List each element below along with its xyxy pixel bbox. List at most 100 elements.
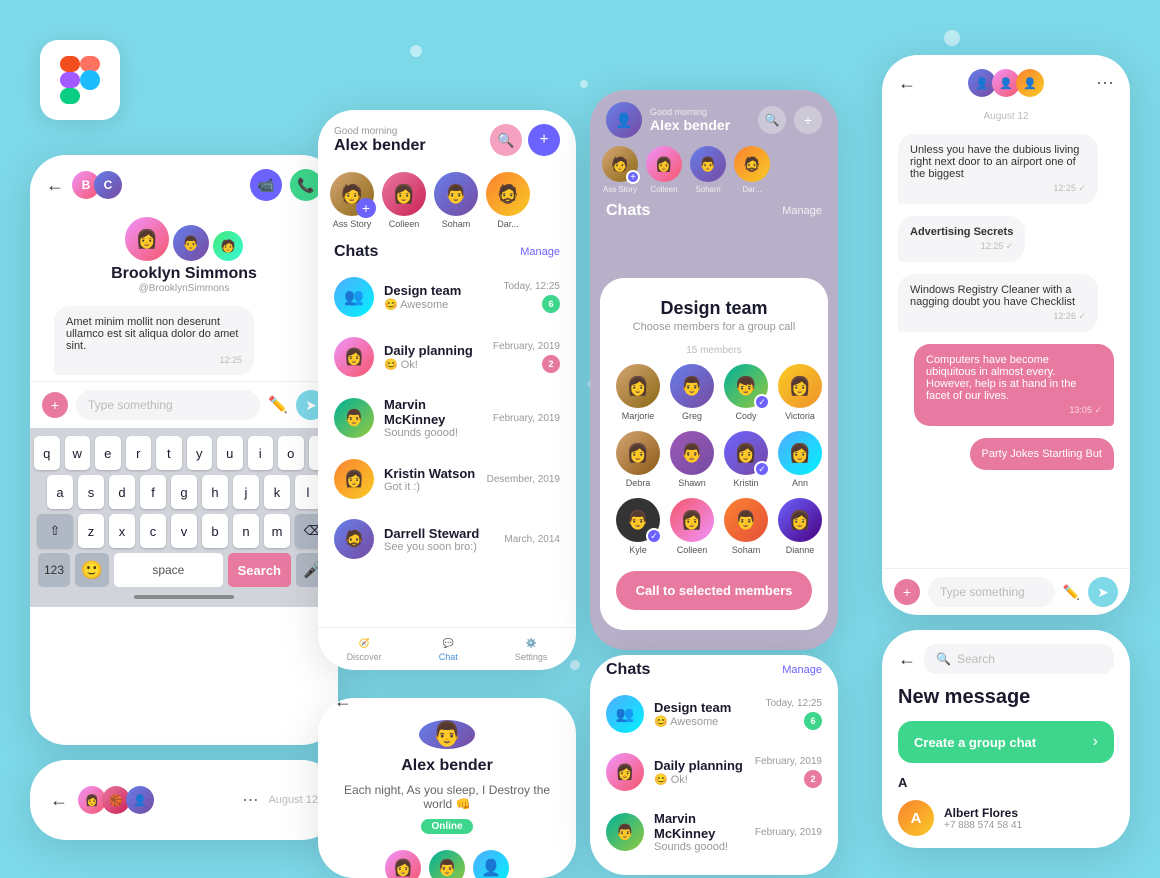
story-item[interactable]: 🧔 Dar... (486, 172, 530, 229)
member-dianne[interactable]: 👩 Dianne (778, 498, 822, 555)
add-btn[interactable]: + (794, 106, 822, 134)
key-r[interactable]: r (126, 436, 152, 470)
story-item[interactable]: 👨 Soham (690, 146, 726, 194)
contact-item-albert[interactable]: A Albert Flores +7 888 574 58 41 (882, 792, 1130, 844)
key-g[interactable]: g (171, 475, 197, 509)
key-z[interactable]: z (78, 514, 104, 548)
group-call-modal: Design team Choose members for a group c… (600, 278, 828, 630)
search-bar[interactable]: 🔍 Search (924, 644, 1114, 674)
key-e[interactable]: e (95, 436, 121, 470)
key-d[interactable]: d (109, 475, 135, 509)
attach-btn[interactable]: + (894, 579, 920, 605)
chat-item-darrell[interactable]: 🧔 Darrell Steward See you soon bro:) Mar… (318, 509, 576, 569)
chat-item-design-team[interactable]: 👥 Design team 😊 Awesome Today, 12:25 6 (318, 267, 576, 327)
nav-settings[interactable]: ⚙️ Settings (515, 638, 548, 662)
key-u[interactable]: u (217, 436, 243, 470)
member-victoria[interactable]: 👩 Victoria (778, 364, 822, 421)
chat-item-marvin[interactable]: 👨 Marvin McKinney Sounds goood! February… (318, 387, 576, 449)
key-b[interactable]: b (202, 514, 228, 548)
search-button[interactable]: 🔍 (490, 124, 522, 156)
video-call-button[interactable]: 📹 (250, 169, 282, 201)
key-i[interactable]: i (248, 436, 274, 470)
key-c[interactable]: c (140, 514, 166, 548)
keyboard[interactable]: q w e r t y u i o p a s d f g h j k l (30, 428, 338, 607)
chat-item-design-team[interactable]: 👥 Design team 😊 Awesome Today, 12:25 6 (590, 685, 838, 743)
key-k[interactable]: k (264, 475, 290, 509)
manage-btn[interactable]: Manage (782, 664, 822, 676)
chat-item-marvin[interactable]: 👨 Marvin McKinney Sounds goood! February… (590, 801, 838, 863)
chat-item-kristin[interactable]: 👩 Kristin Watson Got it :) Desember, 201… (318, 449, 576, 509)
member-cody[interactable]: 👦 ✓ Cody (724, 364, 768, 421)
message-input[interactable]: Type something (928, 577, 1055, 607)
search-btn[interactable]: 🔍 (758, 106, 786, 134)
key-123[interactable]: 123 (38, 553, 70, 587)
story-item[interactable]: 👩 Colleen (646, 146, 682, 194)
manage-button[interactable]: Manage (520, 246, 560, 258)
story-item[interactable]: 👩 Colleen (382, 172, 426, 229)
more-options-button[interactable]: ⋯ (242, 790, 258, 810)
key-a[interactable]: a (47, 475, 73, 509)
key-q[interactable]: q (34, 436, 60, 470)
member-ann[interactable]: 👩 Ann (778, 431, 822, 488)
key-t[interactable]: t (156, 436, 182, 470)
key-search[interactable]: Search (228, 553, 291, 587)
member-grid: 👩 Marjorie 👨 Greg 👦 ✓ Cody (616, 364, 812, 555)
key-emoji[interactable]: 🙂 (75, 553, 109, 587)
contact-item-partial[interactable]: A Alice... (882, 844, 1130, 848)
member-greg[interactable]: 👨 Greg (670, 364, 714, 421)
chats-header: Chats Manage (590, 198, 838, 224)
more-options-button[interactable]: ⋯ (1096, 73, 1114, 94)
action-avatar3[interactable]: 👤 (473, 850, 509, 878)
member-kristin[interactable]: 👩 ✓ Kristin (724, 431, 768, 488)
chat-item-daily-planning[interactable]: 👩 Daily planning 😊 Ok! February, 2019 2 (318, 327, 576, 387)
edit-icon[interactable]: ✏️ (1063, 584, 1080, 601)
member-shawn[interactable]: 👨 Shawn (670, 431, 714, 488)
attach-btn[interactable]: + (42, 392, 68, 418)
key-f[interactable]: f (140, 475, 166, 509)
create-group-button[interactable]: Create a group chat › (898, 721, 1114, 763)
nav-discover[interactable]: 🧭 Discover (347, 638, 382, 662)
member-colleen[interactable]: 👩 Colleen (670, 498, 714, 555)
member-debra[interactable]: 👩 Debra (616, 431, 660, 488)
back-button[interactable]: ← (898, 649, 916, 670)
edit-icon[interactable]: ✏️ (268, 395, 288, 415)
message-input[interactable]: Type something (76, 390, 260, 420)
action-avatar1[interactable]: 👩 (385, 850, 421, 878)
compose-button[interactable]: + (528, 124, 560, 156)
key-o[interactable]: o (278, 436, 304, 470)
member-marjorie[interactable]: 👩 Marjorie (616, 364, 660, 421)
chat-avatar: 👩 (606, 753, 644, 791)
member-soham[interactable]: 👨 Soham (724, 498, 768, 555)
back-button[interactable]: ← (46, 175, 64, 196)
key-s[interactable]: s (78, 475, 104, 509)
key-h[interactable]: h (202, 475, 228, 509)
chat-item-daily-planning[interactable]: 👩 Daily planning 😊 Ok! February, 2019 2 (590, 743, 838, 801)
key-y[interactable]: y (187, 436, 213, 470)
story-item[interactable]: 🧔 Dar... (734, 146, 770, 194)
back-button[interactable]: ← (50, 790, 68, 811)
nav-chat[interactable]: 💬 Chat (439, 638, 458, 662)
action-avatar2[interactable]: 👨 (429, 850, 465, 878)
story-item[interactable]: 👨 Soham (434, 172, 478, 229)
key-x[interactable]: x (109, 514, 135, 548)
back-button[interactable]: ← (898, 73, 916, 94)
send-button[interactable]: ➤ (1088, 577, 1118, 607)
key-m[interactable]: m (264, 514, 290, 548)
key-v[interactable]: v (171, 514, 197, 548)
key-n[interactable]: n (233, 514, 259, 548)
key-space[interactable]: space (114, 553, 223, 587)
key-w[interactable]: w (65, 436, 91, 470)
key-shift[interactable]: ⇧ (37, 514, 73, 548)
member-kyle[interactable]: 👨 ✓ Kyle (616, 498, 660, 555)
story-item[interactable]: 🧑 + Ass Story (602, 146, 638, 194)
sub-avatar: 👨 (173, 225, 209, 261)
message-wrapper: Windows Registry Cleaner with a nagging … (882, 268, 1130, 338)
phone3-header: 👤 Good morning Alex bender 🔍 + (590, 90, 838, 142)
story-item[interactable]: 🧑 + Ass Story (330, 172, 374, 229)
manage-btn[interactable]: Manage (782, 205, 822, 217)
call-button[interactable]: Call to selected members (616, 571, 812, 610)
add-story-btn[interactable]: + (356, 198, 376, 218)
status-badge: Online (421, 819, 472, 834)
unread-badge: 2 (542, 355, 560, 373)
key-j[interactable]: j (233, 475, 259, 509)
